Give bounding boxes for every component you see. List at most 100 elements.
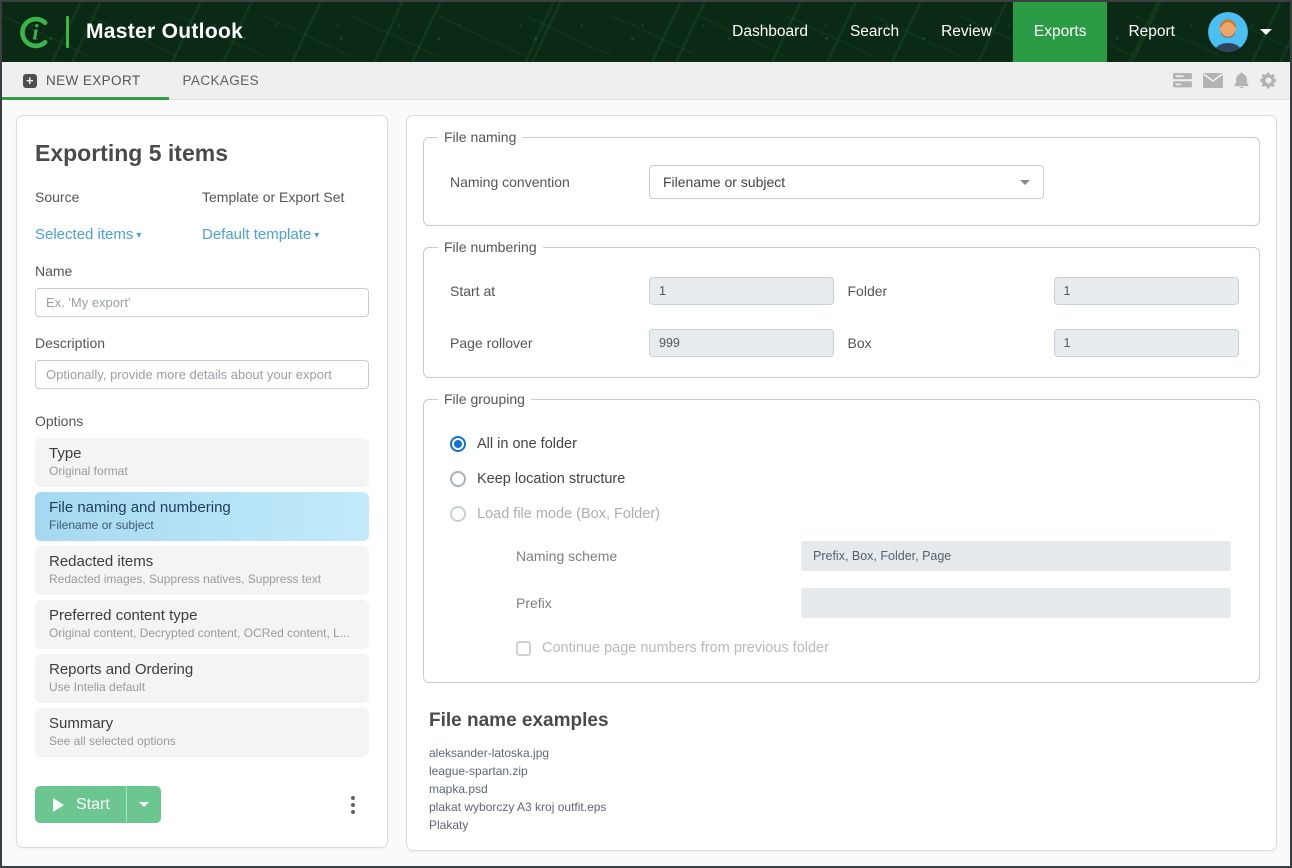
folder-input[interactable] [1054,277,1239,305]
radio-all-in-one-folder[interactable]: All in one folder [450,436,1245,452]
radio-icon [450,506,466,522]
file-grouping-legend: File grouping [438,391,531,407]
tab-new-export[interactable]: + NEW EXPORT [2,62,162,99]
file-numbering-fieldset: File numbering Start at Folder Page roll… [423,239,1260,378]
naming-convention-value: Filename or subject [663,174,785,190]
page-rollover-label: Page rollover [450,335,649,351]
nav-item-report[interactable]: Report [1107,2,1196,62]
continue-page-numbers-checkbox-row: Continue page numbers from previous fold… [516,640,1245,656]
examples-title: File name examples [429,710,1254,732]
file-example: league-spartan.zip [429,762,1254,780]
radio-icon[interactable] [450,471,466,487]
naming-scheme-input[interactable] [801,541,1231,571]
option-subtitle: Redacted images, Suppress natives, Suppr… [49,572,355,586]
sub-toolbar: + NEW EXPORT PACKAGES [2,62,1290,100]
radio-load-file-mode: Load file mode (Box, Folder) [450,506,1245,522]
option-file-naming[interactable]: File naming and numbering Filename or su… [35,492,369,541]
tab-new-export-label: NEW EXPORT [46,73,141,88]
prefix-input[interactable] [801,588,1231,618]
checkbox-label: Continue page numbers from previous fold… [542,640,829,656]
file-example: plakat wyborczy A3 kroj outfit.eps [429,798,1254,816]
active-tab-underline [2,97,169,100]
option-preferred-content-type[interactable]: Preferred content type Original content,… [35,600,369,649]
brand-divider [66,16,69,48]
option-redacted-items[interactable]: Redacted items Redacted images, Suppress… [35,546,369,595]
chevron-down-icon: ▾ [314,230,319,241]
source-dropdown-label: Selected items [35,226,133,243]
template-dropdown[interactable]: Default template▾ [202,226,369,243]
file-example: Plakaty [429,816,1254,834]
option-title: Preferred content type [49,607,355,624]
toolbar-icons [1173,62,1290,99]
export-description-input[interactable] [35,360,369,389]
mail-icon[interactable] [1203,73,1223,88]
start-button[interactable]: Start [35,786,126,823]
description-label: Description [35,335,369,351]
option-title: File naming and numbering [49,499,355,516]
user-menu[interactable] [1196,2,1290,62]
naming-convention-select[interactable]: Filename or subject [649,165,1044,199]
source-dropdown[interactable]: Selected items▾ [35,226,202,243]
page-rollover-input[interactable] [649,329,834,357]
main-nav: Dashboard Search Review Exports Report [711,2,1290,62]
file-example: mapka.psd [429,780,1254,798]
tab-packages-label: PACKAGES [183,73,259,88]
file-naming-legend: File naming [438,129,522,145]
app-logo-icon: i [16,14,53,51]
chevron-down-icon [139,802,149,807]
chevron-down-icon[interactable] [1260,29,1272,35]
file-example: aleksander-latoska.jpg [429,744,1254,762]
tab-packages[interactable]: PACKAGES [162,62,280,99]
more-options-kebab-icon[interactable] [345,792,361,818]
plus-icon: + [23,74,37,88]
export-setup-panel: Exporting 5 items Source Template or Exp… [16,115,388,848]
option-reports-ordering[interactable]: Reports and Ordering Use Intella default [35,654,369,703]
gear-icon[interactable] [1260,72,1277,89]
name-label: Name [35,263,369,279]
option-subtitle: See all selected options [49,734,355,748]
nav-item-search[interactable]: Search [829,2,920,62]
option-title: Type [49,445,355,462]
option-subtitle: Original format [49,464,355,478]
radio-label: Load file mode (Box, Folder) [477,506,660,522]
option-subtitle: Use Intella default [49,680,355,694]
export-queue-icon[interactable] [1173,73,1192,88]
nav-item-dashboard[interactable]: Dashboard [711,2,829,62]
option-title: Redacted items [49,553,355,570]
start-at-input[interactable] [649,277,834,305]
options-label: Options [35,413,369,429]
play-icon [53,798,64,812]
start-options-dropdown[interactable] [126,786,161,823]
export-name-input[interactable] [35,288,369,317]
option-title: Summary [49,715,355,732]
bell-icon[interactable] [1234,72,1249,89]
naming-scheme-label: Naming scheme [516,548,801,564]
chevron-down-icon: ▾ [136,230,141,241]
nav-item-exports[interactable]: Exports [1013,2,1108,62]
file-numbering-legend: File numbering [438,239,543,255]
template-dropdown-label: Default template [202,226,311,243]
checkbox-icon [516,641,531,656]
option-subtitle: Filename or subject [49,518,355,532]
option-type[interactable]: Type Original format [35,438,369,487]
nav-item-review[interactable]: Review [920,2,1013,62]
avatar[interactable] [1208,12,1248,52]
option-summary[interactable]: Summary See all selected options [35,708,369,757]
start-split-button[interactable]: Start [35,786,161,823]
file-name-examples: File name examples aleksander-latoska.jp… [423,696,1260,838]
prefix-label: Prefix [516,595,801,611]
radio-icon[interactable] [450,436,466,452]
radio-label: All in one folder [477,436,577,452]
box-input[interactable] [1054,329,1239,357]
naming-convention-label: Naming convention [450,174,649,190]
start-at-label: Start at [450,283,649,299]
case-title: Master Outlook [86,20,243,44]
radio-keep-location-structure[interactable]: Keep location structure [450,471,1245,487]
file-naming-settings-panel: File naming Naming convention Filename o… [406,115,1277,851]
start-button-label: Start [76,796,110,814]
file-grouping-fieldset: File grouping All in one folder Keep loc… [423,391,1260,683]
radio-label: Keep location structure [477,471,625,487]
brand: i Master Outlook [2,2,243,62]
option-title: Reports and Ordering [49,661,355,678]
box-label: Box [848,335,1054,351]
